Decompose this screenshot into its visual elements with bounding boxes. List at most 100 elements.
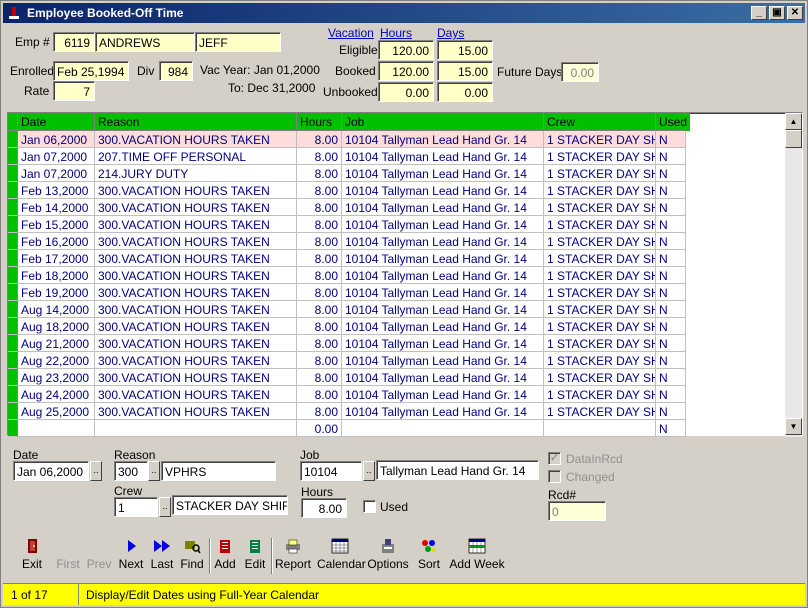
cell-reason[interactable]: 207.TIME OFF PERSONAL: [95, 148, 297, 165]
emp-num-field[interactable]: 6119: [53, 32, 95, 52]
next-button[interactable]: Next: [117, 534, 145, 578]
find-button[interactable]: Find: [179, 534, 205, 578]
scroll-thumb[interactable]: [785, 130, 802, 148]
last-name-field[interactable]: ANDREWS: [95, 32, 195, 52]
cell-crew[interactable]: 1 STACKER DAY SHIFT: [544, 335, 656, 352]
table-row[interactable]: Aug 25,2000 300.VACATION HOURS TAKEN 8.00 1…: [8, 403, 690, 420]
cell-job[interactable]: 10104 Tallyman Lead Hand Gr. 14: [342, 318, 544, 335]
cell-used[interactable]: N: [656, 182, 686, 199]
table-row[interactable]: Jan 07,2000 207.TIME OFF PERSONAL 8.00 1010…: [8, 148, 690, 165]
row-selector[interactable]: [8, 284, 18, 301]
cell-used[interactable]: N: [656, 233, 686, 250]
reason-code-field[interactable]: 300: [114, 461, 148, 481]
cell-reason[interactable]: 300.VACATION HOURS TAKEN: [95, 216, 297, 233]
cell-job[interactable]: 10104 Tallyman Lead Hand Gr. 14: [342, 352, 544, 369]
cell-date[interactable]: Aug 14,2000: [18, 301, 95, 318]
detail-hours-field[interactable]: 8.00: [301, 498, 347, 518]
cell-reason[interactable]: 300.VACATION HOURS TAKEN: [95, 318, 297, 335]
row-selector[interactable]: [8, 403, 18, 420]
row-selector[interactable]: [8, 318, 18, 335]
cell-reason[interactable]: [95, 420, 297, 437]
cell-reason[interactable]: 300.VACATION HOURS TAKEN: [95, 267, 297, 284]
cell-reason[interactable]: 300.VACATION HOURS TAKEN: [95, 403, 297, 420]
crew-name-field[interactable]: STACKER DAY SHIFT: [172, 495, 288, 515]
cell-crew[interactable]: 1 STACKER DAY SHIFT: [544, 199, 656, 216]
cell-used[interactable]: N: [656, 131, 686, 148]
edit-button[interactable]: Edit: [243, 534, 267, 578]
cell-date[interactable]: Jan 07,2000: [18, 165, 95, 182]
cell-used[interactable]: N: [656, 165, 686, 182]
cell-hours[interactable]: 8.00: [297, 403, 342, 420]
cell-reason[interactable]: 300.VACATION HOURS TAKEN: [95, 182, 297, 199]
cell-crew[interactable]: 1 STACKER DAY SHIFT: [544, 301, 656, 318]
cell-used[interactable]: N: [656, 267, 686, 284]
cell-crew[interactable]: 1 STACKER DAY SHIFT: [544, 318, 656, 335]
cell-date[interactable]: Aug 21,2000: [18, 335, 95, 352]
cell-used[interactable]: N: [656, 148, 686, 165]
scroll-down-icon[interactable]: ▼: [785, 418, 802, 435]
cell-hours[interactable]: 8.00: [297, 335, 342, 352]
cell-reason[interactable]: 300.VACATION HOURS TAKEN: [95, 386, 297, 403]
cell-job[interactable]: [342, 420, 544, 437]
cell-reason[interactable]: 300.VACATION HOURS TAKEN: [95, 233, 297, 250]
col-job[interactable]: Job: [342, 113, 544, 131]
cell-job[interactable]: 10104 Tallyman Lead Hand Gr. 14: [342, 131, 544, 148]
cell-hours[interactable]: 8.00: [297, 267, 342, 284]
cell-date[interactable]: Aug 23,2000: [18, 369, 95, 386]
job-lookup-button[interactable]: ..: [363, 461, 375, 481]
rate-field[interactable]: 7: [53, 81, 95, 101]
add-button[interactable]: Add: [213, 534, 237, 578]
cell-reason[interactable]: 300.VACATION HOURS TAKEN: [95, 131, 297, 148]
cell-date[interactable]: [18, 420, 95, 437]
row-selector[interactable]: [8, 233, 18, 250]
date-picker-button[interactable]: ..: [90, 461, 102, 481]
table-row[interactable]: Aug 21,2000 300.VACATION HOURS TAKEN 8.00 1…: [8, 335, 690, 352]
crew-code-field[interactable]: 1: [114, 497, 158, 517]
cell-reason[interactable]: 300.VACATION HOURS TAKEN: [95, 284, 297, 301]
first-name-field[interactable]: JEFF: [195, 32, 281, 52]
cell-crew[interactable]: 1 STACKER DAY SHIFT: [544, 250, 656, 267]
cell-used[interactable]: N: [656, 420, 686, 437]
report-button[interactable]: Report: [275, 534, 311, 578]
table-row[interactable]: Jan 07,2000 214.JURY DUTY 8.00 10104 Tallym…: [8, 165, 690, 182]
row-selector[interactable]: [8, 216, 18, 233]
cell-date[interactable]: Feb 15,2000: [18, 216, 95, 233]
row-selector[interactable]: [8, 420, 18, 437]
cell-job[interactable]: 10104 Tallyman Lead Hand Gr. 14: [342, 148, 544, 165]
minimize-button[interactable]: _: [751, 6, 767, 20]
cell-used[interactable]: N: [656, 199, 686, 216]
cell-reason[interactable]: 300.VACATION HOURS TAKEN: [95, 352, 297, 369]
cell-hours[interactable]: 8.00: [297, 131, 342, 148]
cell-crew[interactable]: 1 STACKER DAY SHIFT: [544, 165, 656, 182]
table-row[interactable]: Aug 18,2000 300.VACATION HOURS TAKEN 8.00 1…: [8, 318, 690, 335]
table-row[interactable]: Feb 18,2000 300.VACATION HOURS TAKEN 8.00 1…: [8, 267, 690, 284]
col-hours[interactable]: Hours: [297, 113, 342, 131]
cell-reason[interactable]: 300.VACATION HOURS TAKEN: [95, 335, 297, 352]
job-code-field[interactable]: 10104: [300, 461, 362, 481]
table-row[interactable]: Feb 15,2000 300.VACATION HOURS TAKEN 8.00 1…: [8, 216, 690, 233]
cell-used[interactable]: N: [656, 301, 686, 318]
div-field[interactable]: 984: [159, 61, 193, 81]
cell-date[interactable]: Aug 25,2000: [18, 403, 95, 420]
cell-date[interactable]: Jan 07,2000: [18, 148, 95, 165]
table-row[interactable]: 0.00 N: [8, 420, 690, 437]
last-button[interactable]: Last: [149, 534, 175, 578]
cell-job[interactable]: 10104 Tallyman Lead Hand Gr. 14: [342, 233, 544, 250]
cell-crew[interactable]: [544, 420, 656, 437]
close-button[interactable]: ✕: [787, 6, 803, 20]
row-selector[interactable]: [8, 182, 18, 199]
row-selector[interactable]: [8, 369, 18, 386]
table-row[interactable]: Feb 13,2000 300.VACATION HOURS TAKEN 8.00 1…: [8, 182, 690, 199]
cell-job[interactable]: 10104 Tallyman Lead Hand Gr. 14: [342, 182, 544, 199]
cell-reason[interactable]: 300.VACATION HOURS TAKEN: [95, 301, 297, 318]
row-selector[interactable]: [8, 267, 18, 284]
cell-date[interactable]: Feb 16,2000: [18, 233, 95, 250]
row-selector[interactable]: [8, 199, 18, 216]
cell-job[interactable]: 10104 Tallyman Lead Hand Gr. 14: [342, 165, 544, 182]
cell-reason[interactable]: 300.VACATION HOURS TAKEN: [95, 199, 297, 216]
cell-used[interactable]: N: [656, 335, 686, 352]
restore-button[interactable]: ▣: [769, 6, 785, 20]
options-button[interactable]: Options: [367, 534, 409, 578]
cell-date[interactable]: Feb 17,2000: [18, 250, 95, 267]
row-selector[interactable]: [8, 301, 18, 318]
